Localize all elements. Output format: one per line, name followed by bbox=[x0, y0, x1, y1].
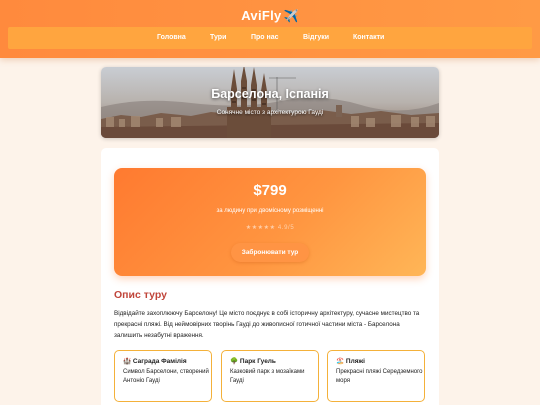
beach-icon: 🏖️ bbox=[336, 358, 345, 365]
price-note: за людину при двомісному розміщенні bbox=[216, 208, 324, 214]
nav-tours-link[interactable]: Тури bbox=[210, 27, 226, 49]
nav-home-link[interactable]: Головна bbox=[157, 27, 186, 49]
description-text: Відвідайте захоплюючу Барселону! Це міст… bbox=[114, 310, 420, 339]
feature-card-sagrada: 🏰 Саграда Фамілія Символ Барселони, ство… bbox=[114, 350, 212, 402]
hero-title: Барселона, Іспанія bbox=[211, 87, 329, 101]
hero-banner: Барселона, Іспанія Сонячне місто з архіт… bbox=[101, 67, 439, 138]
logo-text: AviFly bbox=[241, 8, 282, 23]
star-rating-icons: ★★★★★ bbox=[245, 225, 276, 231]
feature-title: 🏰 Саграда Фамілія bbox=[123, 357, 211, 365]
tour-price: $799 bbox=[253, 182, 287, 199]
book-tour-button[interactable]: Забронювати тур bbox=[231, 243, 309, 262]
feature-title-text: Пляжі bbox=[345, 358, 365, 365]
tour-details-card: $799 за людину при двомісному розміщенні… bbox=[101, 148, 439, 405]
feature-title: 🏖️ Пляжі bbox=[336, 357, 424, 365]
site-header: AviFly ✈️ Головна Тури Про нас Відгуки Ко… bbox=[0, 0, 540, 58]
feature-card-park-guell: 🌳 Парк Гуель Казковий парк з мозаїками Г… bbox=[221, 350, 319, 402]
main-navigation: Головна Тури Про нас Відгуки Контакти bbox=[8, 27, 532, 49]
tree-icon: 🌳 bbox=[230, 358, 239, 365]
airplane-icon: ✈️ bbox=[283, 9, 299, 23]
nav-contacts-link[interactable]: Контакти bbox=[353, 27, 384, 49]
description-title: Опис туру bbox=[114, 289, 167, 301]
feature-description: Казковий парк з мозаїками Гауді bbox=[230, 369, 305, 384]
price-card: $799 за людину при двомісному розміщенні… bbox=[114, 168, 426, 276]
rating-value: 4.9/5 bbox=[277, 225, 295, 231]
hero-subtitle: Сонячне місто з архітектурою Гауді bbox=[216, 109, 324, 116]
feature-description: Символ Барселони, створений Антоніо Гауд… bbox=[123, 369, 209, 384]
feature-card-beaches: 🏖️ Пляжі Прекрасні пляжі Середземного мо… bbox=[327, 350, 425, 402]
feature-title: 🌳 Парк Гуель bbox=[230, 357, 318, 365]
nav-reviews-link[interactable]: Відгуки bbox=[303, 27, 329, 49]
barcelona-cityscape-image bbox=[101, 67, 439, 138]
feature-description: Прекрасні пляжі Середземного моря bbox=[336, 369, 423, 384]
site-logo[interactable]: AviFly ✈️ bbox=[0, 8, 540, 23]
feature-title-text: Парк Гуель bbox=[239, 358, 276, 365]
castle-icon: 🏰 bbox=[123, 358, 132, 365]
rating: ★★★★★ 4.9/5 bbox=[114, 224, 426, 231]
nav-about-link[interactable]: Про нас bbox=[251, 27, 279, 49]
feature-title-text: Саграда Фамілія bbox=[132, 358, 187, 365]
